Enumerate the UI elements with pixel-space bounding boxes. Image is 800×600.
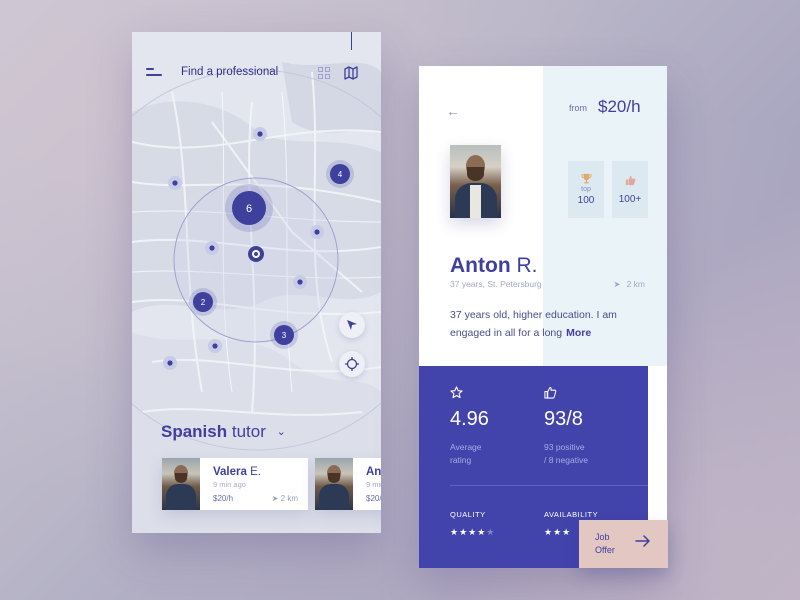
quality-label: QUALITY xyxy=(450,510,486,519)
reviews-value: 93/8 xyxy=(544,408,583,430)
availability-label: AVAILABILITY xyxy=(544,510,599,519)
tutor-price: $20/ xyxy=(366,494,381,503)
avatar xyxy=(162,458,200,510)
profile-bio: 37 years old, higher education. I am eng… xyxy=(450,309,617,339)
badge-value: 100+ xyxy=(618,193,642,205)
thumbs-up-icon xyxy=(625,175,635,185)
rating-label: Average rating xyxy=(450,442,482,465)
navigation-arrow-icon xyxy=(347,320,357,330)
tutor-time: 9 min ago xyxy=(213,480,246,489)
divider xyxy=(450,485,648,486)
chevron-down-icon: ⌄ xyxy=(276,426,286,438)
hourly-price: $20/h xyxy=(598,97,641,116)
center-map-button[interactable] xyxy=(339,351,365,377)
profile-distance: ➤ 2 km xyxy=(613,279,645,289)
tutor-card[interactable]: Valera E. 9 min ago $20/h ➤ 2 km xyxy=(162,458,308,510)
cluster-4-label: 4 xyxy=(338,170,343,179)
job-offer-button[interactable]: Job Offer xyxy=(579,520,668,568)
navigation-arrow-icon: ➤ xyxy=(613,279,621,289)
back-arrow-icon[interactable]: ← xyxy=(446,103,460,119)
tutor-card[interactable]: An 9 min $20/ xyxy=(315,458,381,510)
profile-avatar xyxy=(450,145,501,218)
avatar xyxy=(315,458,353,510)
rating-value: 4.96 xyxy=(450,408,489,430)
badge-small: top xyxy=(581,186,591,193)
tutor-price: $20/h xyxy=(213,494,234,503)
tutor-distance: ➤ 2 km xyxy=(271,494,298,503)
category-rest: tutor xyxy=(231,422,266,441)
cluster-3-label: 3 xyxy=(282,331,287,340)
page-title: Find a professional xyxy=(181,66,279,78)
profile-meta: 37 years, St. Petersburg xyxy=(450,279,542,289)
cluster-6-label: 6 xyxy=(246,203,252,215)
cluster-2-label: 2 xyxy=(201,298,206,307)
profile-screen: ← from $20/h top 100 100+ Anton R. 37 ye… xyxy=(419,66,667,568)
category-selector[interactable]: Spanish tutor ⌄ xyxy=(161,422,286,442)
thumbs-up-outline-icon xyxy=(544,386,557,399)
grid-icon[interactable] xyxy=(318,67,330,79)
more-link[interactable]: More xyxy=(566,327,591,339)
navigation-arrow-icon: ➤ xyxy=(271,494,279,503)
crosshair-icon xyxy=(345,357,359,371)
star-outline-icon xyxy=(450,386,463,399)
tutor-name: Valera E. xyxy=(213,466,261,478)
from-label: from xyxy=(569,103,587,113)
hamburger-icon[interactable] xyxy=(146,68,166,78)
status-line xyxy=(351,32,352,50)
tutor-time: 9 min xyxy=(366,480,381,489)
job-offer-label: Job Offer xyxy=(595,532,615,555)
availability-stars: ★★★ xyxy=(544,527,572,537)
category-bold: Spanish xyxy=(161,422,228,441)
tutor-name: An xyxy=(366,466,381,478)
arrow-right-icon xyxy=(635,535,650,547)
reviews-label: 93 positive / 8 negative xyxy=(544,442,588,465)
badge-value: 100 xyxy=(577,195,595,206)
locate-button[interactable] xyxy=(339,312,365,338)
trophy-icon xyxy=(580,173,592,184)
map-screen: 6 4 2 3 Find a professional Spanish tuto… xyxy=(132,32,381,533)
likes-badge: 100+ xyxy=(612,161,648,218)
map-icon[interactable] xyxy=(344,66,358,80)
profile-name: Anton R. xyxy=(450,254,538,277)
background xyxy=(0,0,800,600)
quality-stars: ★★★★★ xyxy=(450,527,496,537)
top-badge: top 100 xyxy=(568,161,604,218)
